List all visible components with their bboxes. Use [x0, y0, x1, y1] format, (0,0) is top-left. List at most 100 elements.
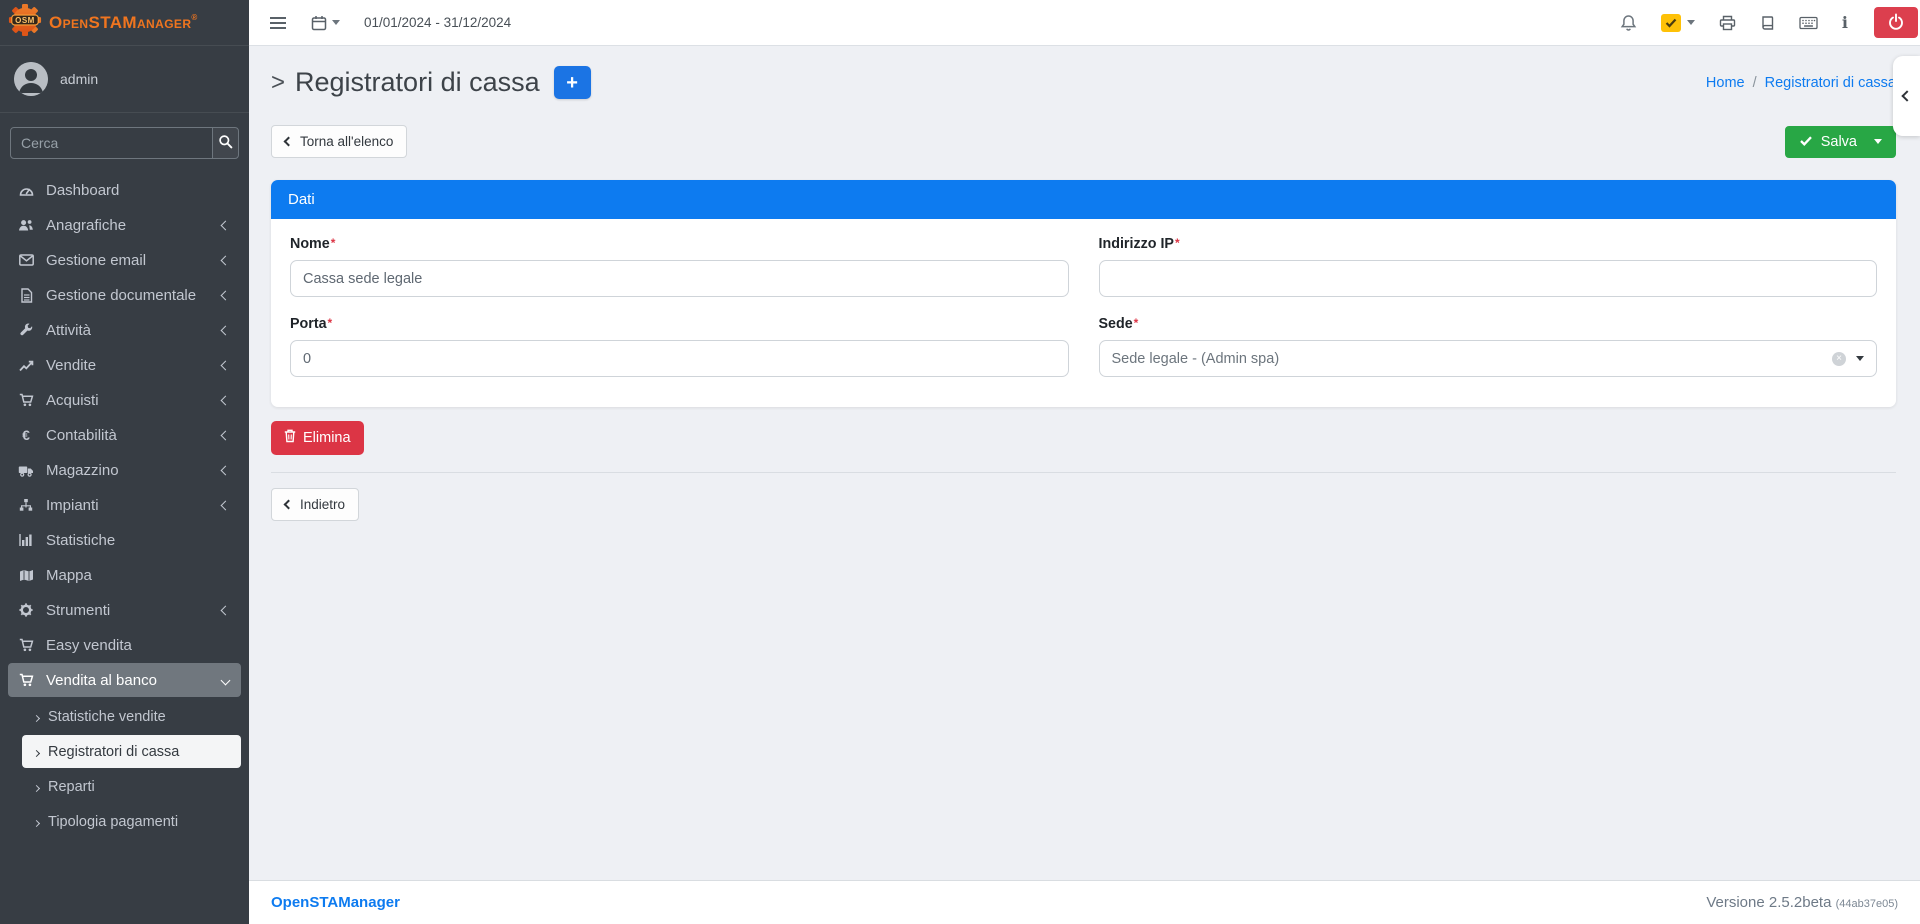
printer-icon[interactable]: [1719, 15, 1736, 31]
indirizzo-ip-input[interactable]: [1099, 260, 1878, 297]
sidebar-subitem-statistiche-vendite[interactable]: Statistiche vendite: [22, 700, 241, 733]
sidebar-item-statistiche[interactable]: Statistiche: [8, 523, 241, 557]
sidebar-search: [10, 127, 239, 159]
field-label: Nome*: [290, 236, 1069, 252]
chevron-left-icon: [284, 137, 294, 147]
date-range[interactable]: 01/01/2024 - 31/12/2024: [364, 15, 511, 30]
sidebar-subitem-registratori-di-cassa[interactable]: Registratori di cassa: [22, 735, 241, 768]
sidebar-item-attivita[interactable]: Attività: [8, 313, 241, 347]
chevron-left-icon: [284, 500, 294, 510]
panel-collapse-toggle[interactable]: [1893, 56, 1920, 136]
check-icon: [1800, 134, 1812, 150]
sidebar-item-contabilita[interactable]: € Contabilità: [8, 418, 241, 452]
sidebar-item-dashboard[interactable]: Dashboard: [8, 173, 241, 207]
tasks-check-icon[interactable]: [1661, 14, 1681, 32]
breadcrumb-home-link[interactable]: Home: [1706, 75, 1745, 91]
brand-header[interactable]: OSM OpenSTAManager®: [0, 0, 249, 46]
osm-gear-logo-icon: OSM: [8, 3, 42, 42]
version-label: Versione 2.5.2beta: [1706, 894, 1831, 911]
field-label: Sede*: [1099, 316, 1878, 332]
bell-icon[interactable]: [1620, 14, 1637, 32]
divider: [271, 472, 1896, 473]
nome-input[interactable]: [290, 260, 1069, 297]
chevron-left-icon: [222, 397, 229, 404]
brand-name: OpenSTAManager®: [49, 13, 198, 33]
chevron-left-icon: [222, 362, 229, 369]
sidebar-subitem-tipologia-pagamenti[interactable]: Tipologia pagamenti: [22, 805, 241, 838]
field-label: Indirizzo IP*: [1099, 236, 1878, 252]
add-button[interactable]: +: [554, 66, 591, 99]
build-hash: (44ab37e05): [1836, 898, 1898, 910]
delete-button[interactable]: Elimina: [271, 421, 364, 455]
porta-input[interactable]: [290, 340, 1069, 377]
caret-down-icon: [1874, 139, 1882, 144]
sidebar-item-vendita-al-banco[interactable]: Vendita al banco: [8, 663, 241, 697]
info-icon[interactable]: i: [1842, 13, 1848, 32]
chevron-right-icon: [34, 709, 39, 725]
search-input[interactable]: [11, 128, 212, 158]
footer: OpenSTAManager Versione 2.5.2beta (44ab3…: [249, 880, 1920, 924]
user-name: admin: [60, 71, 98, 87]
power-logout-button[interactable]: [1874, 7, 1918, 38]
sede-selected-value: Sede legale - (Admin spa): [1112, 351, 1833, 367]
content: > Registratori di cassa + Home / Registr…: [249, 46, 1920, 880]
envelope-icon: [16, 254, 36, 266]
vendita-al-banco-submenu: Statistiche vendite Registratori di cass…: [8, 698, 241, 838]
book-icon[interactable]: [1760, 15, 1775, 31]
chevron-left-icon: [222, 292, 229, 299]
chevron-left-icon: [222, 467, 229, 474]
keyboard-icon[interactable]: [1799, 16, 1818, 30]
chevron-left-icon: [1901, 90, 1912, 101]
sidebar-subitem-reparti[interactable]: Reparti: [22, 770, 241, 803]
map-icon: [16, 569, 36, 582]
field-label: Porta*: [290, 316, 1069, 332]
version-info: Versione 2.5.2beta (44ab37e05): [1706, 894, 1898, 911]
clear-selection-icon[interactable]: ×: [1832, 352, 1846, 366]
hamburger-menu-icon[interactable]: [269, 16, 287, 30]
power-icon: [1888, 13, 1904, 33]
document-icon: [16, 288, 36, 303]
search-button[interactable]: [212, 128, 238, 158]
chevron-right-icon: [34, 814, 39, 830]
chevron-right-icon: [34, 779, 39, 795]
breadcrumb-current-link[interactable]: Registratori di cassa: [1765, 75, 1896, 91]
back-to-list-button[interactable]: Torna all'elenco: [271, 125, 407, 158]
sidebar-item-mappa[interactable]: Mappa: [8, 558, 241, 592]
sitemap-icon: [16, 498, 36, 512]
sidebar-item-impianti[interactable]: Impianti: [8, 488, 241, 522]
chevron-left-icon: [222, 607, 229, 614]
sidebar-item-easy-vendita[interactable]: Easy vendita: [8, 628, 241, 662]
topbar: 01/01/2024 - 31/12/2024 i: [249, 0, 1920, 46]
euro-icon: €: [16, 427, 36, 443]
back-button[interactable]: Indietro: [271, 488, 359, 521]
trash-icon: [284, 429, 296, 447]
breadcrumb: Home / Registratori di cassa: [1706, 75, 1896, 91]
chevron-left-icon: [222, 327, 229, 334]
sidebar-item-gestione-email[interactable]: Gestione email: [8, 243, 241, 277]
field-indirizzo-ip: Indirizzo IP*: [1099, 236, 1878, 297]
sidebar-item-acquisti[interactable]: Acquisti: [8, 383, 241, 417]
sede-select[interactable]: Sede legale - (Admin spa) ×: [1099, 340, 1878, 377]
dati-panel: Dati Nome* Indirizzo IP* Porta* Sede*: [271, 180, 1896, 407]
wrench-icon: [16, 323, 36, 337]
save-button[interactable]: Salva: [1785, 126, 1896, 158]
required-asterisk: *: [1175, 236, 1180, 250]
sidebar-item-vendite[interactable]: Vendite: [8, 348, 241, 382]
sidebar-item-strumenti[interactable]: Strumenti: [8, 593, 241, 627]
footer-brand-link[interactable]: OpenSTAManager: [271, 894, 400, 911]
search-icon: [218, 134, 233, 152]
sidebar-item-magazzino[interactable]: Magazzino: [8, 453, 241, 487]
breadcrumb-separator: /: [1753, 75, 1757, 91]
field-nome: Nome*: [290, 236, 1069, 297]
page-title: > Registratori di cassa: [271, 67, 540, 98]
required-asterisk: *: [1134, 316, 1139, 330]
users-icon: [16, 218, 36, 232]
bar-chart-icon: [16, 533, 36, 547]
sidebar-item-anagrafiche[interactable]: Anagrafiche: [8, 208, 241, 242]
required-asterisk: *: [328, 316, 333, 330]
caret-down-icon[interactable]: [1687, 20, 1695, 25]
sidebar-item-gestione-documentale[interactable]: Gestione documentale: [8, 278, 241, 312]
field-porta: Porta*: [290, 316, 1069, 377]
user-panel[interactable]: admin: [0, 46, 249, 113]
calendar-icon[interactable]: [311, 15, 340, 31]
